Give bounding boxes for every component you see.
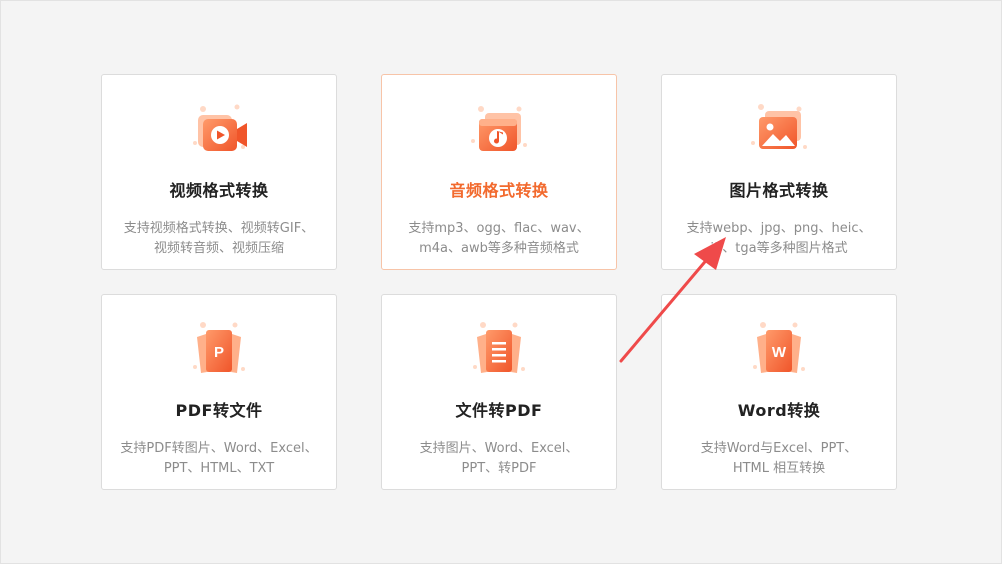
card-title: 文件转PDF xyxy=(455,401,543,420)
ppt-file-icon: P xyxy=(183,317,255,381)
card-description: 支持Word与Excel、PPT、 HTML 相互转换 xyxy=(700,441,858,476)
card-description: 支持视频格式转换、视频转GIF、 视频转音频、视频压缩 xyxy=(123,221,315,256)
image-icon xyxy=(743,97,815,161)
card-pdf-to-file[interactable]: P PDF转文件 支持PDF转图片、Word、Excel、 PPT、HTML、T… xyxy=(101,294,337,490)
card-title: 视频格式转换 xyxy=(169,181,269,200)
card-title: PDF转文件 xyxy=(175,401,263,420)
card-video-convert[interactable]: 视频格式转换 支持视频格式转换、视频转GIF、 视频转音频、视频压缩 xyxy=(101,74,337,270)
card-description: 支持PDF转图片、Word、Excel、 PPT、HTML、TXT xyxy=(120,441,318,476)
card-title: 图片格式转换 xyxy=(729,181,829,200)
svg-text:P: P xyxy=(214,344,224,361)
card-file-to-pdf[interactable]: 文件转PDF 支持图片、Word、Excel、 PPT、转PDF xyxy=(381,294,617,490)
music-note-icon xyxy=(463,97,535,161)
document-list-icon xyxy=(463,317,535,381)
svg-text:W: W xyxy=(772,344,787,361)
word-file-icon: W xyxy=(743,317,815,381)
video-camera-icon xyxy=(183,97,255,161)
card-word-convert[interactable]: W Word转换 支持Word与Excel、PPT、 HTML 相互转换 xyxy=(661,294,897,490)
card-title: Word转换 xyxy=(737,401,821,420)
card-description: 支持图片、Word、Excel、 PPT、转PDF xyxy=(419,441,579,476)
card-description: 支持webp、jpg、png、heic、 j2、tga等多种图片格式 xyxy=(686,221,872,256)
card-title: 音频格式转换 xyxy=(449,181,549,200)
card-image-convert[interactable]: 图片格式转换 支持webp、jpg、png、heic、 j2、tga等多种图片格… xyxy=(661,74,897,270)
card-description: 支持mp3、ogg、flac、wav、 m4a、awb等多种音频格式 xyxy=(408,221,590,256)
card-audio-convert[interactable]: 音频格式转换 支持mp3、ogg、flac、wav、 m4a、awb等多种音频格… xyxy=(381,74,617,270)
